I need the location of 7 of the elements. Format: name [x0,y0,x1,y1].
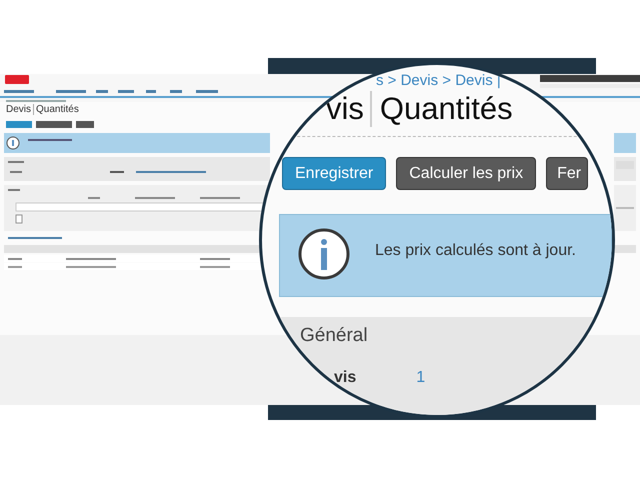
save-button[interactable]: Enregistrer [282,157,386,190]
info-message: Les prix calculés sont à jour. [375,242,576,260]
close-button[interactable]: Fer [546,157,588,190]
calculate-button[interactable]: Calculer les prix [396,157,536,190]
field-label: vis [334,369,356,387]
section-title: Général [300,325,369,347]
info-icon [298,228,350,280]
